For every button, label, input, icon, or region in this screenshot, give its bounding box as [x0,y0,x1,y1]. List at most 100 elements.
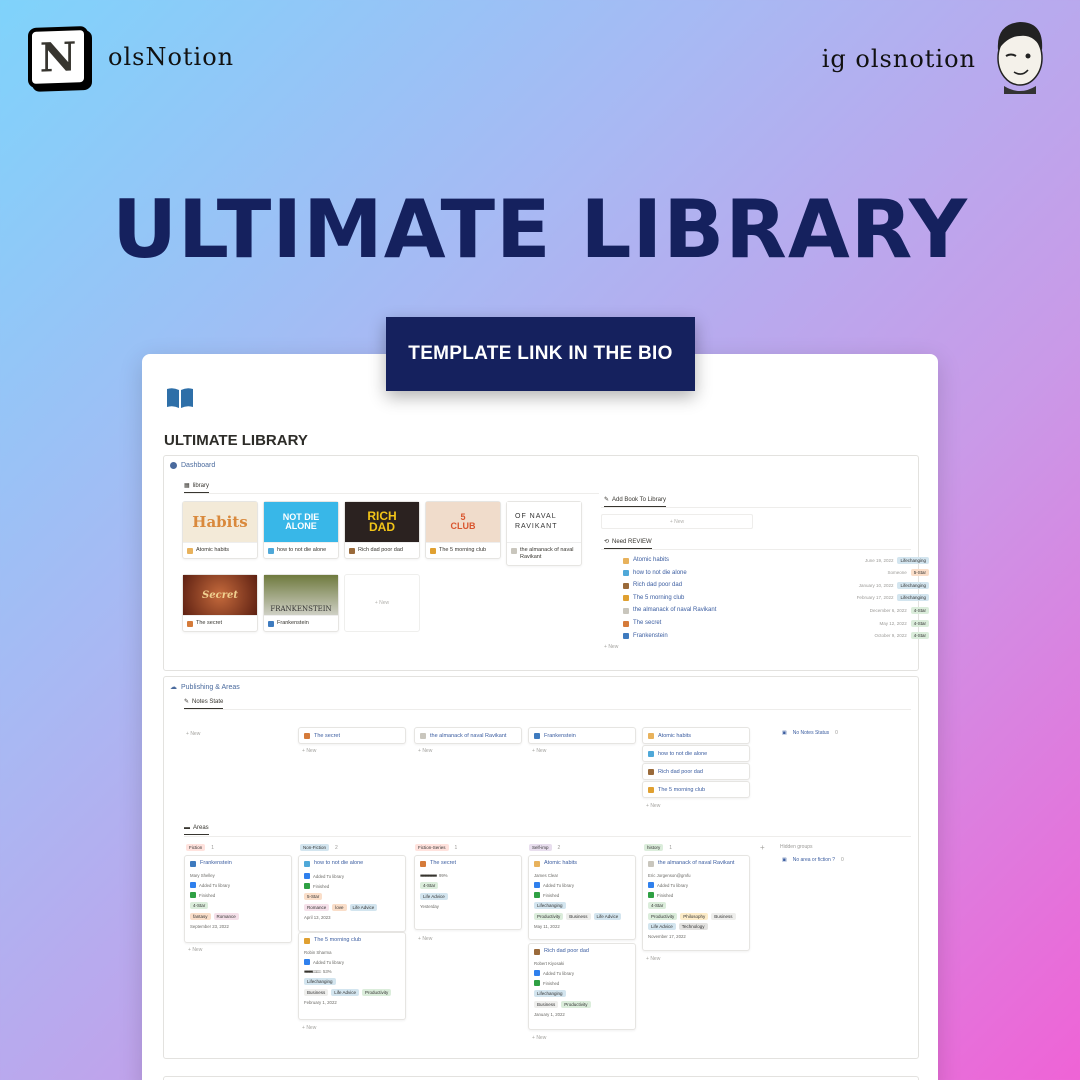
area-card[interactable]: The 5 morning club Robin Sharma Added To… [298,932,406,1020]
kanban-card[interactable]: The secret [298,727,406,744]
add-book-button[interactable]: ✎ Add Book To Library [604,496,666,507]
book-icon [268,548,274,554]
book-name: Rich dad poor dad [358,547,403,553]
review-date: February 17, 2022 [856,595,894,601]
area-new[interactable]: + New [188,947,202,953]
tab-areas[interactable]: ▬ Areas [184,825,209,835]
area-column-fiction-series[interactable]: Fiction-Series 1 [415,844,457,851]
area-new[interactable]: + New [418,936,432,942]
book-icon [623,607,629,614]
gallery-card-almanack[interactable]: OF NAVAL RAVIKANT the almanack of naval … [506,501,582,566]
review-book-name: Frankenstein [633,632,668,639]
review-date: June 19, 2022 [864,557,894,563]
book-cover: Habits [183,502,257,543]
book-icon [623,582,629,589]
review-row[interactable]: the almanack of naval Ravikant December 6… [623,604,929,616]
kanban-new-1[interactable]: + New [302,748,316,754]
book-cover: RICH DAD [345,502,419,543]
area-column-non-fiction[interactable]: Non-Fiction 2 [300,844,338,851]
book-icon [268,621,274,627]
tab-library[interactable]: ▦ library [184,482,210,493]
review-row[interactable]: how to not die alone Someone 5-Star [623,567,929,579]
instagram-handle: ig olsnotion [821,45,976,73]
review-row[interactable]: The 5 morning club February 17, 2022 Lifec… [623,592,929,604]
review-new-button[interactable]: + New [604,644,618,650]
kanban-card[interactable]: Frankenstein [528,727,636,744]
kanban-card[interactable]: Rich dad poor dad [642,763,750,780]
folder-icon: ▬ [184,825,190,831]
refresh-icon: ⟲ [604,539,610,545]
area-new[interactable]: + New [532,1035,546,1041]
gallery-card-5-morning-club[interactable]: 5 CLUB The 5 morning club [425,501,501,559]
gallery-card-not-die-alone[interactable]: NOT DIE ALONE how to not die alone [263,501,339,559]
area-card[interactable]: how to not die alone Added To library Fi… [298,855,406,932]
inbox-icon: ▣ [782,730,787,736]
review-tag: Lifechanging [897,556,929,564]
book-name: the almanack of naval Ravikant [520,547,574,560]
kanban-new-0[interactable]: + New [186,731,200,737]
kanban-card[interactable]: the almanack of naval Ravikant [414,727,522,744]
review-row[interactable]: Rich dad poor dad January 10, 2022 Lifecha… [623,579,929,591]
headline: ULTIMATE LIBRARY [112,183,968,276]
gallery-card-the-secret[interactable]: Secret The secret [182,574,258,632]
area-card[interactable]: Frankenstein Mary Shelley Added To libra… [184,855,292,943]
dashboard-toggle[interactable]: Dashboard [170,462,215,469]
book-icon [623,557,629,564]
area-card[interactable]: Rich dad poor dad Robert Kiyosaki Added … [528,943,636,1030]
area-column-history[interactable]: history 1 [644,844,672,851]
book-name: The 5 morning club [439,547,487,553]
kanban-new-2[interactable]: + New [418,748,432,754]
brand: N olsNotion [28,25,234,89]
dashboard-icon [170,462,177,469]
open-book-icon [167,388,193,408]
book-icon [187,621,193,627]
page-title: ULTIMATE LIBRARY [164,432,308,449]
area-new[interactable]: + New [302,1025,316,1031]
kanban-new-3[interactable]: + New [532,748,546,754]
review-book-name: Rich dad poor dad [633,582,683,589]
review-row[interactable]: Frankenstein October 9, 2022 4-Star [623,630,929,642]
gallery-card-frankenstein[interactable]: FRANKENSTEIN Frankenstein [263,574,339,632]
no-notes-status[interactable]: ▣ No Notes Status 0 [782,730,838,736]
book-name: Frankenstein [277,620,309,626]
area-card[interactable]: Atomic habits James Clear Added To libra… [528,855,636,940]
review-tag: Lifechanging [897,581,929,589]
new-book-card[interactable]: + New [344,574,420,632]
review-date: December 6, 2022 [869,607,907,613]
avatar [997,22,1043,94]
area-new[interactable]: + New [646,956,660,962]
kanban-new-4[interactable]: + New [646,803,660,809]
book-icon [187,548,193,554]
gallery-card-atomic-habits[interactable]: Habits Atomic habits [182,501,258,559]
review-book-name: The 5 morning club [633,594,685,601]
kanban-card[interactable]: how to not die alone [642,745,750,762]
edit-icon: ✎ [184,699,190,705]
need-review-tab[interactable]: ⟲ Need REVIEW [604,538,652,549]
book-cover: OF NAVAL RAVIKANT [507,502,581,543]
cloud-upload-icon: ☁ [170,684,177,691]
area-card[interactable]: The secret ■■■■■■■■■■ 99% 4-Star Life Adv… [414,855,522,930]
area-column-fiction[interactable]: Fiction 1 [186,844,214,851]
hidden-group-item[interactable]: ▣ No area or fiction ? 0 [782,857,844,863]
area-card[interactable]: the almanack of naval Ravikant Eric Jorg… [642,855,750,951]
gallery-card-rich-dad[interactable]: RICH DAD Rich dad poor dad [344,501,420,559]
kanban-card[interactable]: The 5 morning club [642,781,750,798]
edit-icon: ✎ [604,497,610,503]
template-link-banner[interactable]: TEMPLATE LINK IN THE BIO [386,317,695,391]
add-book-new-button[interactable]: + New [601,514,753,529]
review-date: Someone [887,570,907,576]
book-icon [511,548,517,554]
kanban-card[interactable]: Atomic habits [642,727,750,744]
area-column-self-imp[interactable]: Self-imp 2 [529,844,560,851]
review-tag: 5-Star [910,569,929,577]
tab-notes-state[interactable]: ✎ Notes State [184,698,224,709]
publishing-toggle[interactable]: ☁ Publishing & Areas [170,683,240,692]
review-row[interactable]: The secret May 12, 2022 4-Star [623,617,929,629]
add-group-button[interactable]: + [760,843,765,852]
review-book-name: how to not die alone [633,569,687,576]
review-row[interactable]: Atomic habits June 19, 2022 Lifechanging [623,554,929,566]
review-tag: 4-Star [910,619,929,627]
dashboard-block: Dashboard ▦ library Habits Atomic habits… [163,455,929,671]
book-name: The secret [196,620,222,626]
tab-library-label: library [192,482,210,489]
